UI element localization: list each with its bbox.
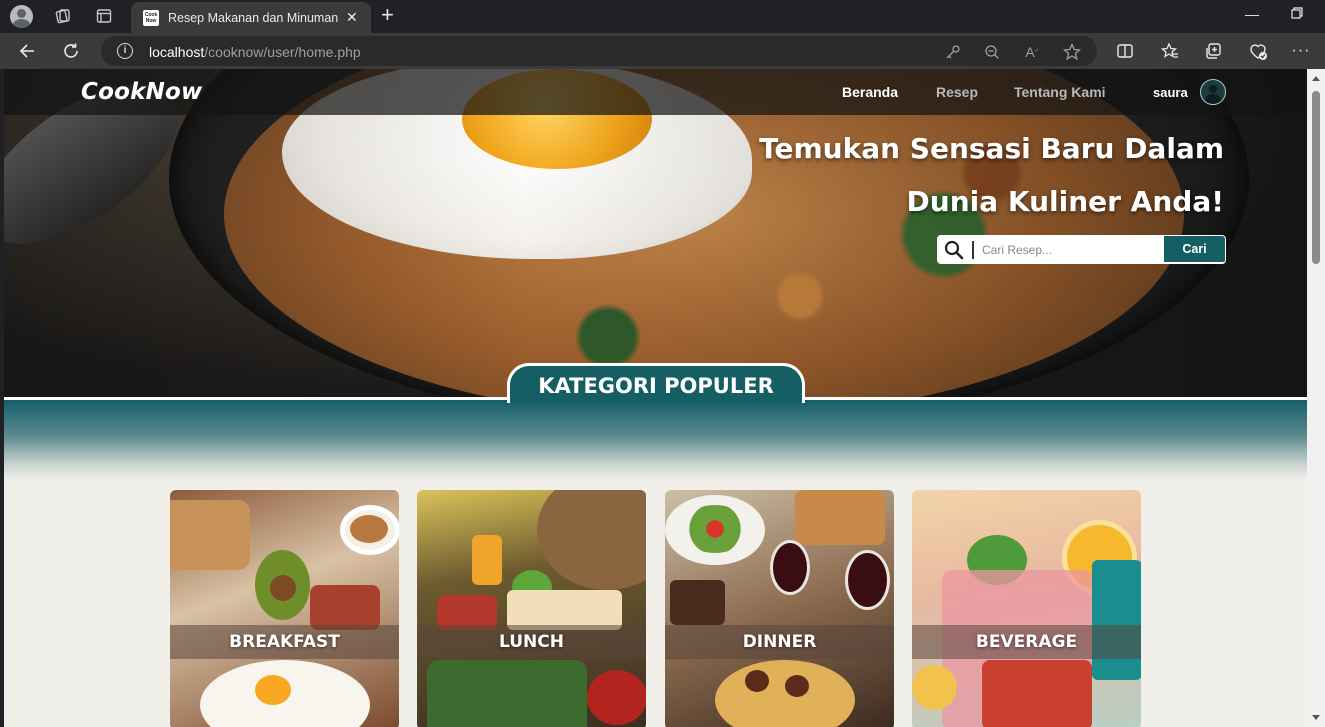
url-text: localhost/cooknow/user/home.php	[149, 44, 361, 60]
browser-toolbar: i localhost/cooknow/user/home.php Aᐟ ···	[0, 33, 1325, 69]
category-card-breakfast[interactable]: BREAKFAST	[170, 490, 399, 727]
favorite-star-icon[interactable]	[1063, 43, 1081, 61]
tab-close-icon[interactable]: ✕	[346, 9, 358, 26]
section-title: KATEGORI POPULER	[507, 363, 805, 403]
tab-title: Resep Makanan dan Minuman | C	[168, 10, 338, 25]
search-input[interactable]	[982, 239, 1160, 261]
category-card-beverage[interactable]: BEVERAGE	[912, 490, 1141, 727]
restore-icon[interactable]	[1291, 6, 1303, 22]
category-label-dinner: DINNER	[665, 625, 894, 659]
read-aloud-icon[interactable]: Aᐟ	[1023, 43, 1041, 61]
browser-tab-bar: Cook Now Resep Makanan dan Minuman | C ✕…	[0, 0, 1325, 33]
category-section-band	[4, 400, 1307, 480]
hero-headline-line-1: Temukan Sensasi Baru Dalam	[759, 132, 1224, 165]
collections-icon[interactable]	[1203, 40, 1225, 62]
address-bar[interactable]: i localhost/cooknow/user/home.php Aᐟ	[101, 36, 1097, 66]
search-button[interactable]: Cari	[1164, 236, 1225, 262]
nav-link-resep[interactable]: Resep	[936, 83, 978, 101]
nav-link-beranda[interactable]: Beranda	[842, 83, 898, 101]
hero-headline-line-2: Dunia Kuliner Anda!	[906, 185, 1224, 218]
nav-link-tentang-kami[interactable]: Tentang Kami	[1014, 83, 1106, 101]
minimize-icon[interactable]: —	[1245, 6, 1259, 22]
page-scrollbar[interactable]	[1307, 69, 1325, 727]
more-menu-icon[interactable]: ···	[1290, 40, 1312, 62]
zoom-out-icon[interactable]	[983, 43, 1001, 61]
scrollbar-thumb[interactable]	[1312, 91, 1320, 264]
profile-icon[interactable]	[10, 5, 33, 28]
hero-banner: CookNow Beranda Resep Tentang Kami saura…	[4, 69, 1307, 397]
back-icon[interactable]	[16, 40, 38, 62]
tab-actions-icon[interactable]	[91, 4, 117, 28]
category-card-dinner[interactable]: DINNER	[665, 490, 894, 727]
category-card-lunch[interactable]: LUNCH	[417, 490, 646, 727]
new-tab-icon[interactable]: +	[381, 4, 394, 26]
site-navbar: CookNow Beranda Resep Tentang Kami saura	[4, 69, 1307, 115]
page-viewport: CookNow Beranda Resep Tentang Kami saura…	[4, 69, 1307, 727]
key-icon[interactable]	[944, 43, 962, 61]
split-screen-icon[interactable]	[1114, 40, 1136, 62]
tab-favicon: Cook Now	[143, 9, 159, 26]
category-label-beverage: BEVERAGE	[912, 625, 1141, 659]
recipe-search-form: Cari	[937, 235, 1226, 264]
browser-essentials-icon[interactable]	[1247, 40, 1269, 62]
scroll-up-icon[interactable]	[1312, 76, 1320, 81]
site-logo[interactable]: CookNow	[81, 78, 202, 106]
active-browser-tab[interactable]: Cook Now Resep Makanan dan Minuman | C ✕	[131, 2, 371, 33]
category-label-breakfast: BREAKFAST	[170, 625, 399, 659]
refresh-icon[interactable]	[60, 40, 82, 62]
site-info-icon[interactable]: i	[117, 43, 133, 59]
user-avatar-icon[interactable]	[1200, 79, 1226, 105]
workspaces-icon[interactable]	[50, 4, 76, 28]
category-label-lunch: LUNCH	[417, 625, 646, 659]
user-name[interactable]: saura	[1153, 84, 1188, 101]
search-icon	[944, 240, 964, 260]
favorites-icon[interactable]	[1159, 40, 1181, 62]
scroll-down-icon[interactable]	[1312, 715, 1320, 720]
